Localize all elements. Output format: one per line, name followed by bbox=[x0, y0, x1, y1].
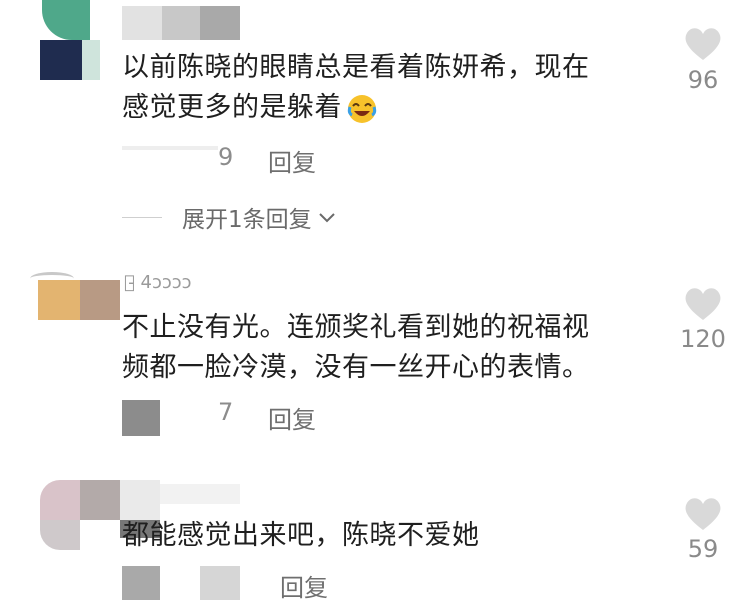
comment-text-line1: 以前陈晓的眼睛总是看着陈妍希，现在 bbox=[122, 52, 590, 83]
like-heart-icon[interactable] bbox=[683, 26, 723, 62]
expand-replies-label: 展开1条回复 bbox=[182, 207, 312, 233]
username-redacted: ﾉ̵ 4ᴐᴐᴐᴐ bbox=[124, 272, 192, 293]
like-count: 96 bbox=[687, 66, 719, 94]
comment-meta: 7 bbox=[218, 398, 234, 426]
comment-text-line2: 频都一脸冷漠，没有一丝开心的表情。 bbox=[122, 352, 590, 383]
username-redacted bbox=[122, 6, 162, 40]
reply-button[interactable]: 回复 bbox=[268, 400, 316, 435]
reply-button[interactable]: 回复 bbox=[280, 568, 328, 603]
comment-meta: 9 bbox=[218, 143, 234, 171]
like-heart-icon[interactable] bbox=[683, 496, 723, 532]
comment-text-line1: 不止没有光。连颁奖礼看到她的祝福视 bbox=[122, 312, 590, 343]
avatar[interactable] bbox=[30, 0, 122, 82]
like-heart-icon[interactable] bbox=[683, 286, 723, 322]
expand-replies-button[interactable]: 展开1条回复 bbox=[122, 200, 336, 234]
chevron-down-icon bbox=[318, 204, 336, 230]
laughing-emoji-icon bbox=[346, 93, 378, 125]
timestamp-redacted bbox=[122, 566, 160, 600]
like-count: 120 bbox=[680, 325, 726, 353]
username-redacted bbox=[160, 484, 240, 504]
comment-text-line1: 都能感觉出来吧，陈晓不爱她 bbox=[122, 520, 480, 551]
avatar[interactable] bbox=[30, 270, 122, 334]
reply-button[interactable]: 回复 bbox=[268, 143, 316, 178]
timestamp-redacted bbox=[122, 400, 160, 436]
like-count: 59 bbox=[687, 535, 719, 563]
timestamp-redacted bbox=[122, 146, 218, 150]
comment-text-line2: 感觉更多的是躲着 bbox=[122, 88, 378, 128]
divider bbox=[122, 216, 162, 218]
